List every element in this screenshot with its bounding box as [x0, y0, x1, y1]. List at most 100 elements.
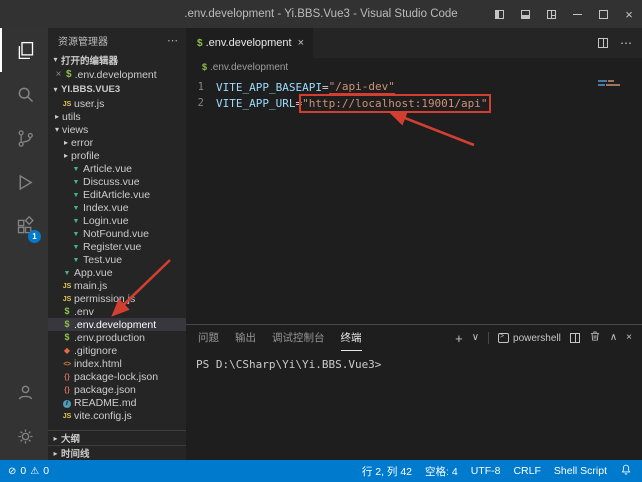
toggle-sidebar-icon [495, 10, 504, 19]
panel-tab[interactable]: 输出 [235, 325, 256, 351]
tree-item[interactable]: EditArticle.vue [48, 188, 186, 201]
activity-run-debug[interactable] [0, 160, 48, 204]
tree-item[interactable]: App.vue [48, 266, 186, 279]
tree-item[interactable]: Discuss.vue [48, 175, 186, 188]
shell-picker[interactable]: powershell [498, 333, 561, 344]
tab-env-development[interactable]: $ .env.development × [186, 28, 313, 58]
tree-item-label: Index.vue [83, 202, 129, 214]
new-terminal-icon[interactable]: + [455, 332, 463, 345]
tree-item[interactable]: vite.config.js [48, 409, 186, 422]
sidebar-explorer: 资源管理器 ⋯ 打开的编辑器 × $ .env.development YI.B… [48, 28, 186, 460]
tree-item[interactable]: package.json [48, 383, 186, 396]
panel: 问题 输出 调试控制台 终端 [186, 324, 642, 460]
activity-settings[interactable] [0, 414, 48, 458]
toggle-panel-icon [521, 10, 530, 19]
split-editor-icon[interactable] [598, 38, 608, 48]
trash-icon[interactable] [589, 329, 601, 347]
tree-item[interactable]: main.js [48, 279, 186, 292]
tree-item[interactable]: README.md [48, 396, 186, 409]
tree-item[interactable]: permission.js [48, 292, 186, 305]
cursor-position[interactable]: 行 2, 列 42 [362, 464, 412, 479]
files-icon [15, 40, 36, 61]
project-section[interactable]: YI.BBS.VUE3 [48, 82, 186, 97]
file-type-icon [60, 331, 74, 344]
tree-item[interactable]: .env.production [48, 331, 186, 344]
file-type-icon [69, 253, 83, 267]
close-icon[interactable]: × [53, 69, 64, 80]
shell-name: powershell [513, 333, 561, 344]
workbench: 1 资源管理器 ⋯ 打开的编辑器 × $ .env.development [0, 28, 642, 460]
window-close-button[interactable]: × [616, 0, 642, 28]
split-terminal-icon[interactable] [570, 333, 580, 343]
tree-item[interactable]: Test.vue [48, 253, 186, 266]
panel-tab[interactable]: 终端 [341, 325, 362, 351]
indentation[interactable]: 空格: 4 [425, 464, 458, 479]
minimap[interactable] [598, 80, 634, 88]
maximize-panel-icon[interactable]: ∧ [610, 333, 617, 343]
activity-accounts[interactable] [0, 370, 48, 414]
panel-tab[interactable]: 问题 [198, 325, 219, 351]
tree-item[interactable]: NotFound.vue [48, 227, 186, 240]
code-token-string: "/api-dev" [329, 80, 395, 95]
tree-item[interactable]: .env.development [48, 318, 186, 331]
terminal-dropdown-icon[interactable]: ∨ [472, 333, 479, 343]
tree-item-label: .env.production [74, 332, 145, 344]
panel-bar: 问题 输出 调试控制台 终端 [186, 325, 642, 351]
tree-item[interactable]: .env [48, 305, 186, 318]
tree-item[interactable]: package-lock.json [48, 370, 186, 383]
toggle-panel-button[interactable] [512, 0, 538, 28]
notifications-bell-icon[interactable] [620, 464, 632, 479]
tree-item[interactable]: Index.vue [48, 201, 186, 214]
open-editor-item[interactable]: × $ .env.development [48, 67, 186, 82]
code-line-1: 1 VITE_APP_BASEAPI="/api-dev" [186, 79, 642, 95]
tree-item[interactable]: .gitignore [48, 344, 186, 357]
tree-item-label: package-lock.json [74, 371, 158, 383]
window-controls: × [486, 0, 642, 28]
encoding[interactable]: UTF-8 [471, 465, 501, 477]
line-number: 2 [186, 97, 216, 109]
open-editors-section[interactable]: 打开的编辑器 [48, 52, 186, 67]
tree-chevron-icon [52, 112, 62, 121]
tree-item[interactable]: user.js [48, 97, 186, 110]
tree-item[interactable]: index.html [48, 357, 186, 370]
customize-layout-button[interactable] [538, 0, 564, 28]
error-count: 0 [20, 465, 26, 477]
activity-explorer[interactable] [0, 28, 48, 72]
tab-close-icon[interactable]: × [298, 37, 304, 49]
sidebar-title: 资源管理器 [58, 33, 108, 48]
tree-item[interactable]: Article.vue [48, 162, 186, 175]
panel-tab[interactable]: 调试控制台 [272, 325, 325, 351]
language-mode[interactable]: Shell Script [554, 465, 607, 477]
more-actions-icon[interactable]: ⋯ [620, 36, 632, 50]
terminal[interactable]: PS D:\CSharp\Yi\Yi.BBS.Vue3> [186, 351, 642, 460]
code-token-eq: = [295, 97, 302, 110]
tree-chevron-icon [61, 138, 71, 147]
activity-source-control[interactable] [0, 116, 48, 160]
activity-search[interactable] [0, 72, 48, 116]
tree-item[interactable]: error [48, 136, 186, 149]
tree-item[interactable]: profile [48, 149, 186, 162]
maximize-button[interactable] [590, 0, 616, 28]
eol[interactable]: CRLF [513, 465, 540, 477]
tree-item-label: .gitignore [74, 345, 117, 357]
more-actions-icon[interactable]: ⋯ [167, 34, 178, 47]
activity-extensions[interactable]: 1 [0, 204, 48, 248]
tree-item[interactable]: views [48, 123, 186, 136]
outline-section[interactable]: 大纲 [48, 430, 186, 445]
timeline-section[interactable]: 时间线 [48, 445, 186, 460]
git-branch-icon [15, 128, 36, 149]
close-panel-icon[interactable]: × [626, 333, 632, 343]
tree-item-label: NotFound.vue [83, 228, 149, 240]
breadcrumb-file: .env.development [210, 62, 288, 73]
panel-tab-label: 问题 [198, 330, 219, 345]
status-right: 行 2, 列 42 空格: 4 UTF-8 CRLF Shell Script [362, 464, 632, 479]
minimize-button[interactable] [564, 0, 590, 28]
editor-actions: ⋯ [598, 28, 642, 58]
tree-item[interactable]: utils [48, 110, 186, 123]
tree-item[interactable]: Register.vue [48, 240, 186, 253]
code-editor[interactable]: 1 VITE_APP_BASEAPI="/api-dev" 2 VITE_APP… [186, 76, 642, 324]
tree-item[interactable]: Login.vue [48, 214, 186, 227]
breadcrumb[interactable]: $ .env.development [186, 58, 642, 76]
problems-indicator[interactable]: ⊘ 0 ⚠ 0 [8, 465, 49, 477]
toggle-sidebar-button[interactable] [486, 0, 512, 28]
